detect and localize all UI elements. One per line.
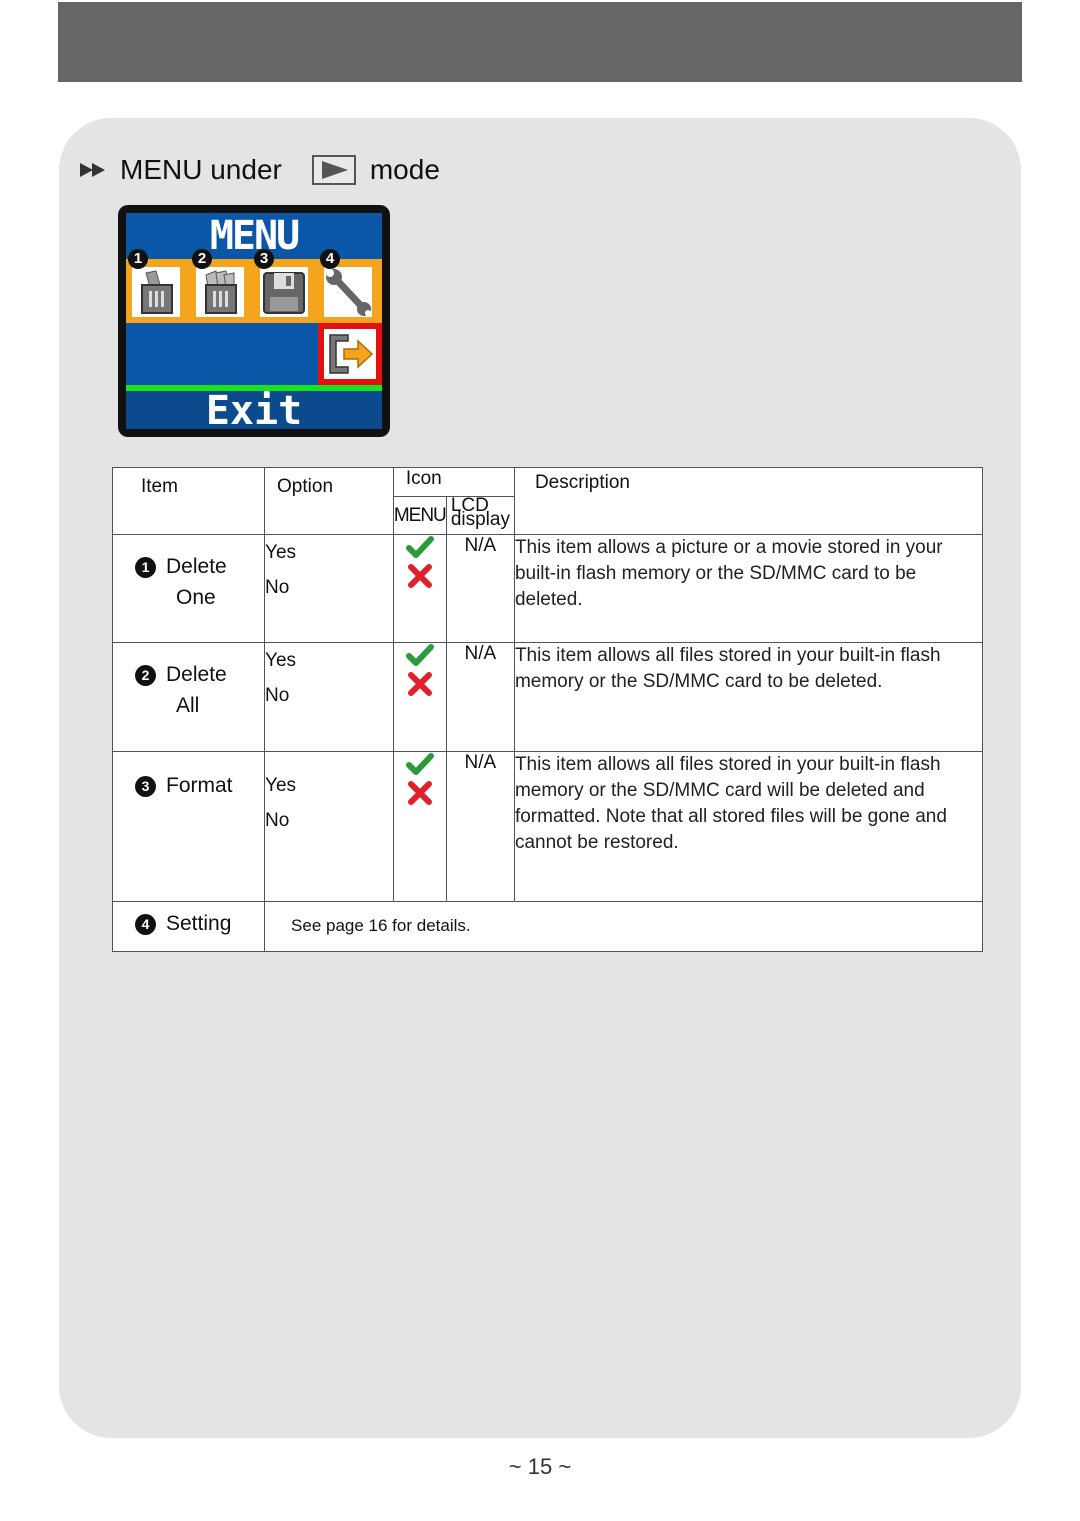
item-cell: 2 Delete All (111, 642, 266, 752)
exit-icon-selected (318, 323, 382, 385)
header-bar (58, 2, 1022, 82)
item-number-badge: 4 (135, 913, 156, 935)
menu-icon-cell (392, 534, 447, 643)
lcd-display-cell: N/A (445, 751, 515, 902)
option-no: No (265, 577, 290, 598)
header-icon: Icon (392, 467, 515, 497)
setting-wrench-icon (324, 267, 372, 317)
section-title: MENU under mode (80, 150, 440, 190)
lcd-screen: MENU 1 2 3 4 Exit (126, 213, 382, 429)
option-no: No (265, 810, 290, 831)
item-name-line1: Format (166, 774, 233, 797)
header-icon-menu: MENU (392, 496, 447, 535)
fast-forward-icon (80, 163, 105, 177)
lcd-num-1: 1 (128, 249, 148, 269)
checkmark-icon (405, 644, 434, 666)
option-cell: Yes No (264, 642, 394, 752)
item-name-line1: Delete (166, 663, 227, 686)
table-row: 3 Format Yes No N/A This item allows all … (111, 751, 984, 902)
play-mode-icon (311, 155, 356, 185)
item-number-badge: 3 (135, 775, 156, 797)
description-cell: This item allows all files stored in you… (513, 642, 984, 752)
setting-details-cell: See page 16 for details. (264, 901, 983, 952)
description-cell: This item allows a picture or a movie st… (513, 534, 984, 643)
lcd-num-2: 2 (192, 249, 212, 269)
table-row: 2 Delete All Yes No N/A This item allows … (111, 642, 984, 752)
checkmark-icon (405, 753, 434, 775)
item-name-line1: Delete (166, 555, 227, 578)
menu-icon-cell (392, 751, 447, 902)
title-prefix: MENU under (120, 154, 282, 185)
option-no: No (265, 685, 290, 706)
table-header-row: Item Option Icon Description (111, 467, 984, 535)
option-cell: Yes No (264, 751, 394, 902)
item-cell: 1 Delete One (111, 534, 266, 643)
item-name-line2: All (176, 694, 200, 717)
item-name-line1: Setting (166, 912, 232, 935)
option-yes: Yes (265, 775, 297, 796)
option-yes: Yes (265, 650, 297, 671)
item-cell: 4 Setting (111, 901, 266, 952)
item-number-badge: 1 (135, 556, 156, 578)
header-description: Description (513, 467, 984, 535)
option-cell: Yes No (264, 534, 394, 643)
description-cell: This item allows all files stored in you… (513, 751, 984, 902)
delete-all-icon (196, 267, 244, 317)
item-number-badge: 2 (135, 664, 156, 686)
delete-one-icon (132, 267, 180, 317)
lcd-exit-label: Exit (205, 388, 303, 429)
cross-icon (407, 781, 432, 805)
lcd-num-4: 4 (320, 249, 340, 269)
table-row: 1 Delete One Yes No N/A This item allows … (111, 534, 984, 643)
cross-icon (407, 564, 432, 588)
format-floppy-icon (260, 267, 308, 317)
header-icon-lcd: LCD display (445, 496, 515, 535)
menu-icon-cell (392, 642, 447, 752)
table-row: 4 Setting See page 16 for details. (111, 901, 983, 952)
lcd-title: MENU (209, 213, 300, 259)
page-number: ~ 15 ~ (508, 1454, 572, 1479)
header-option: Option (264, 467, 394, 535)
header-item: Item (111, 467, 266, 535)
checkmark-icon (405, 536, 434, 558)
menu-options-table: Item Option Icon Description MENU LCD di… (111, 467, 984, 952)
title-suffix: mode (369, 154, 440, 185)
lcd-display-cell: N/A (445, 534, 515, 643)
lcd-display-cell: N/A (445, 642, 515, 752)
lcd-num-3: 3 (254, 249, 274, 269)
lcd-menu-screenshot: MENU 1 2 3 4 Exit (118, 205, 390, 437)
option-yes: Yes (265, 542, 297, 563)
item-name-line2: One (176, 586, 216, 609)
item-cell: 3 Format (111, 751, 266, 902)
cross-icon (407, 672, 432, 696)
